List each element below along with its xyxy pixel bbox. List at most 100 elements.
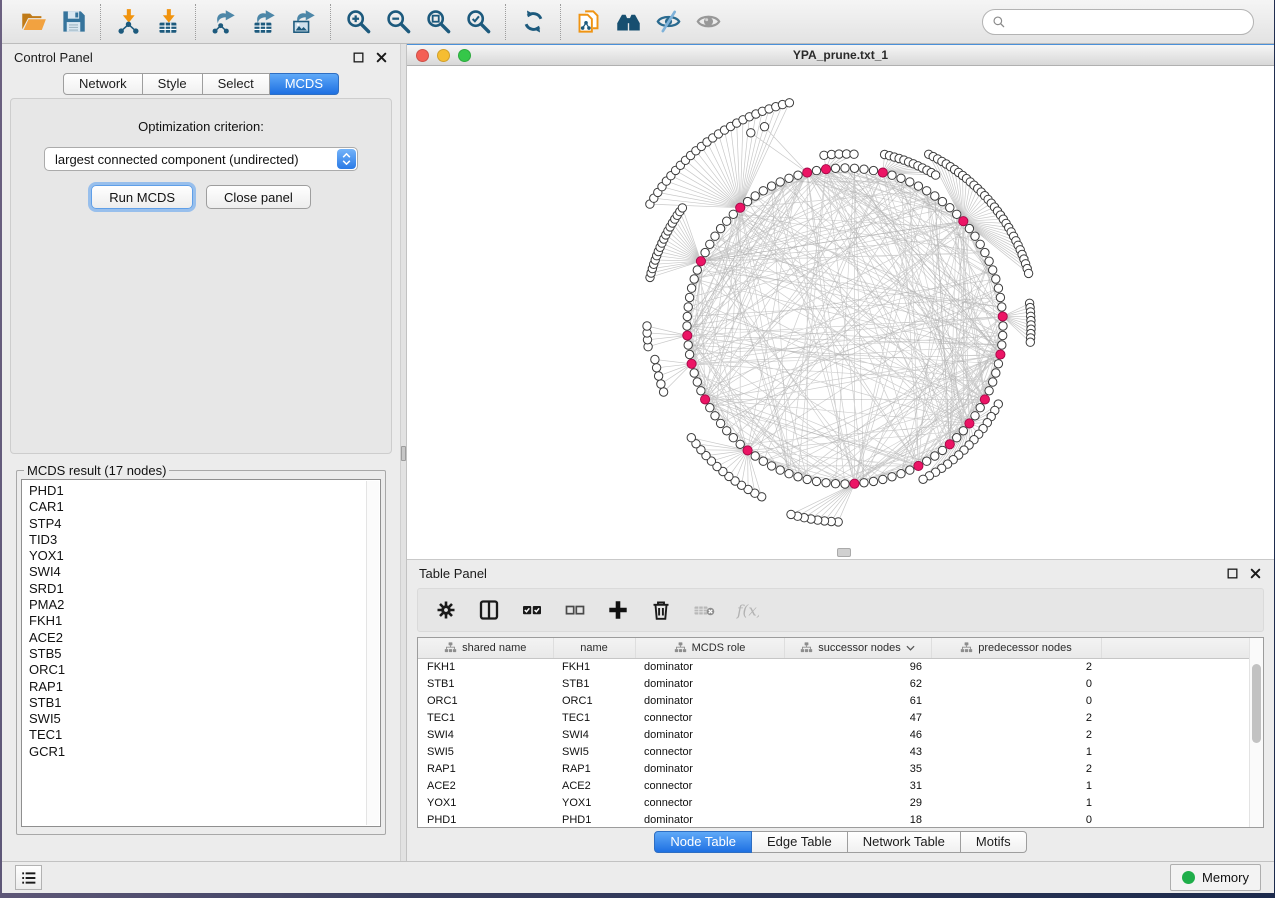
tab-network[interactable]: Network <box>63 73 143 95</box>
cell[interactable]: 1 <box>931 743 1101 760</box>
export-table-icon[interactable] <box>249 8 277 36</box>
cell[interactable]: connector <box>635 743 784 760</box>
show-graphics-details-icon[interactable] <box>694 8 722 36</box>
mcds-result-list[interactable]: PHD1CAR1STP4TID3YOX1SWI4SRD1PMA2FKH1ACE2… <box>21 479 381 827</box>
splitter-grip[interactable] <box>401 446 406 461</box>
columns-icon[interactable] <box>476 597 502 623</box>
mcds-result-item[interactable]: TEC1 <box>29 727 380 743</box>
cell[interactable]: dominator <box>635 675 784 692</box>
export-network-icon[interactable] <box>209 8 237 36</box>
cell[interactable]: YOX1 <box>418 794 553 811</box>
criterion-dropdown[interactable]: largest connected component (undirected) <box>44 147 358 171</box>
cell[interactable]: SWI5 <box>553 743 635 760</box>
cell[interactable]: 46 <box>784 726 931 743</box>
zoom-in-icon[interactable] <box>344 8 372 36</box>
mcds-result-item[interactable]: SRD1 <box>29 581 380 597</box>
cell[interactable]: 35 <box>784 760 931 777</box>
window-close-icon[interactable] <box>416 49 429 62</box>
refresh-icon[interactable] <box>519 8 547 36</box>
hide-graphics-details-icon[interactable] <box>654 8 682 36</box>
column-header-shared-name[interactable]: shared name <box>418 638 553 658</box>
cell[interactable]: FKH1 <box>418 658 553 675</box>
cell[interactable]: YOX1 <box>553 794 635 811</box>
scrollbar-thumb[interactable] <box>1252 664 1261 743</box>
run-mcds-button[interactable]: Run MCDS <box>91 185 193 209</box>
table-row[interactable]: RAP1RAP1dominator352 <box>418 760 1252 777</box>
mcds-result-item[interactable]: RAP1 <box>29 679 380 695</box>
open-folder-icon[interactable] <box>19 8 47 36</box>
save-icon[interactable] <box>59 8 87 36</box>
window-maximize-icon[interactable] <box>458 49 471 62</box>
gear-icon[interactable] <box>433 597 459 623</box>
binoculars-icon[interactable] <box>614 8 642 36</box>
deselect-all-icon[interactable] <box>562 597 588 623</box>
cell[interactable]: 2 <box>931 760 1101 777</box>
network-canvas[interactable] <box>407 66 1274 559</box>
tab-select[interactable]: Select <box>203 73 270 95</box>
column-header-name[interactable]: name <box>553 638 635 658</box>
table-row[interactable]: PHD1PHD1dominator180 <box>418 811 1252 828</box>
share-document-icon[interactable] <box>574 8 602 36</box>
tab-edge-table[interactable]: Edge Table <box>752 831 848 853</box>
mcds-result-item[interactable]: TID3 <box>29 532 380 548</box>
cell[interactable]: 1 <box>931 777 1101 794</box>
table-row[interactable]: SWI5SWI5connector431 <box>418 743 1252 760</box>
cell[interactable]: ORC1 <box>418 692 553 709</box>
cell[interactable]: RAP1 <box>553 760 635 777</box>
cell[interactable]: 2 <box>931 709 1101 726</box>
mcds-result-item[interactable]: GCR1 <box>29 744 380 760</box>
mcds-result-item[interactable]: ORC1 <box>29 662 380 678</box>
cell[interactable]: connector <box>635 777 784 794</box>
cell[interactable]: PHD1 <box>553 811 635 828</box>
cell[interactable]: dominator <box>635 760 784 777</box>
cell[interactable]: ACE2 <box>553 777 635 794</box>
cell[interactable]: PHD1 <box>418 811 553 828</box>
cell[interactable]: FKH1 <box>553 658 635 675</box>
mcds-result-item[interactable]: STP4 <box>29 516 380 532</box>
tab-node-table[interactable]: Node Table <box>654 831 752 853</box>
canvas-splitter-grip[interactable] <box>837 548 851 557</box>
cell[interactable]: STB1 <box>418 675 553 692</box>
cell[interactable]: 18 <box>784 811 931 828</box>
table-scrollbar[interactable] <box>1249 638 1263 827</box>
export-image-icon[interactable] <box>289 8 317 36</box>
cell[interactable]: SWI5 <box>418 743 553 760</box>
cell[interactable]: SWI4 <box>418 726 553 743</box>
cell[interactable]: ORC1 <box>553 692 635 709</box>
cell[interactable]: dominator <box>635 726 784 743</box>
cell[interactable]: 1 <box>931 794 1101 811</box>
memory-button[interactable]: Memory <box>1170 864 1261 891</box>
cell[interactable]: SWI4 <box>553 726 635 743</box>
table-row[interactable]: SWI4SWI4dominator462 <box>418 726 1252 743</box>
column-header-predecessor-nodes[interactable]: predecessor nodes <box>931 638 1101 658</box>
node-table[interactable]: shared namenameMCDS rolesuccessor nodesp… <box>417 637 1264 828</box>
mcds-result-item[interactable]: SWI5 <box>29 711 380 727</box>
zoom-fit-icon[interactable] <box>424 8 452 36</box>
cell[interactable]: 29 <box>784 794 931 811</box>
table-row[interactable]: TEC1TEC1connector472 <box>418 709 1252 726</box>
close-icon[interactable] <box>1248 566 1262 580</box>
network-window-titlebar[interactable]: YPA_prune.txt_1 <box>407 44 1274 66</box>
column-header-MCDS-role[interactable]: MCDS role <box>635 638 784 658</box>
cell[interactable]: ACE2 <box>418 777 553 794</box>
search-input[interactable] <box>1012 15 1244 29</box>
cell[interactable]: 0 <box>931 675 1101 692</box>
vertical-splitter[interactable] <box>400 44 407 861</box>
add-icon[interactable] <box>605 597 631 623</box>
window-minimize-icon[interactable] <box>437 49 450 62</box>
float-icon[interactable] <box>351 50 365 64</box>
cell[interactable]: 62 <box>784 675 931 692</box>
tab-motifs[interactable]: Motifs <box>961 831 1027 853</box>
cell[interactable]: 31 <box>784 777 931 794</box>
mcds-result-item[interactable]: FKH1 <box>29 613 380 629</box>
cell[interactable]: 96 <box>784 658 931 675</box>
cell[interactable]: dominator <box>635 692 784 709</box>
task-history-button[interactable] <box>15 865 42 890</box>
search-box[interactable] <box>982 9 1254 35</box>
delete-icon[interactable] <box>648 597 674 623</box>
cell[interactable]: dominator <box>635 811 784 828</box>
mcds-result-item[interactable]: ACE2 <box>29 630 380 646</box>
table-row[interactable]: ACE2ACE2connector311 <box>418 777 1252 794</box>
float-icon[interactable] <box>1225 566 1239 580</box>
cell[interactable]: 0 <box>931 692 1101 709</box>
